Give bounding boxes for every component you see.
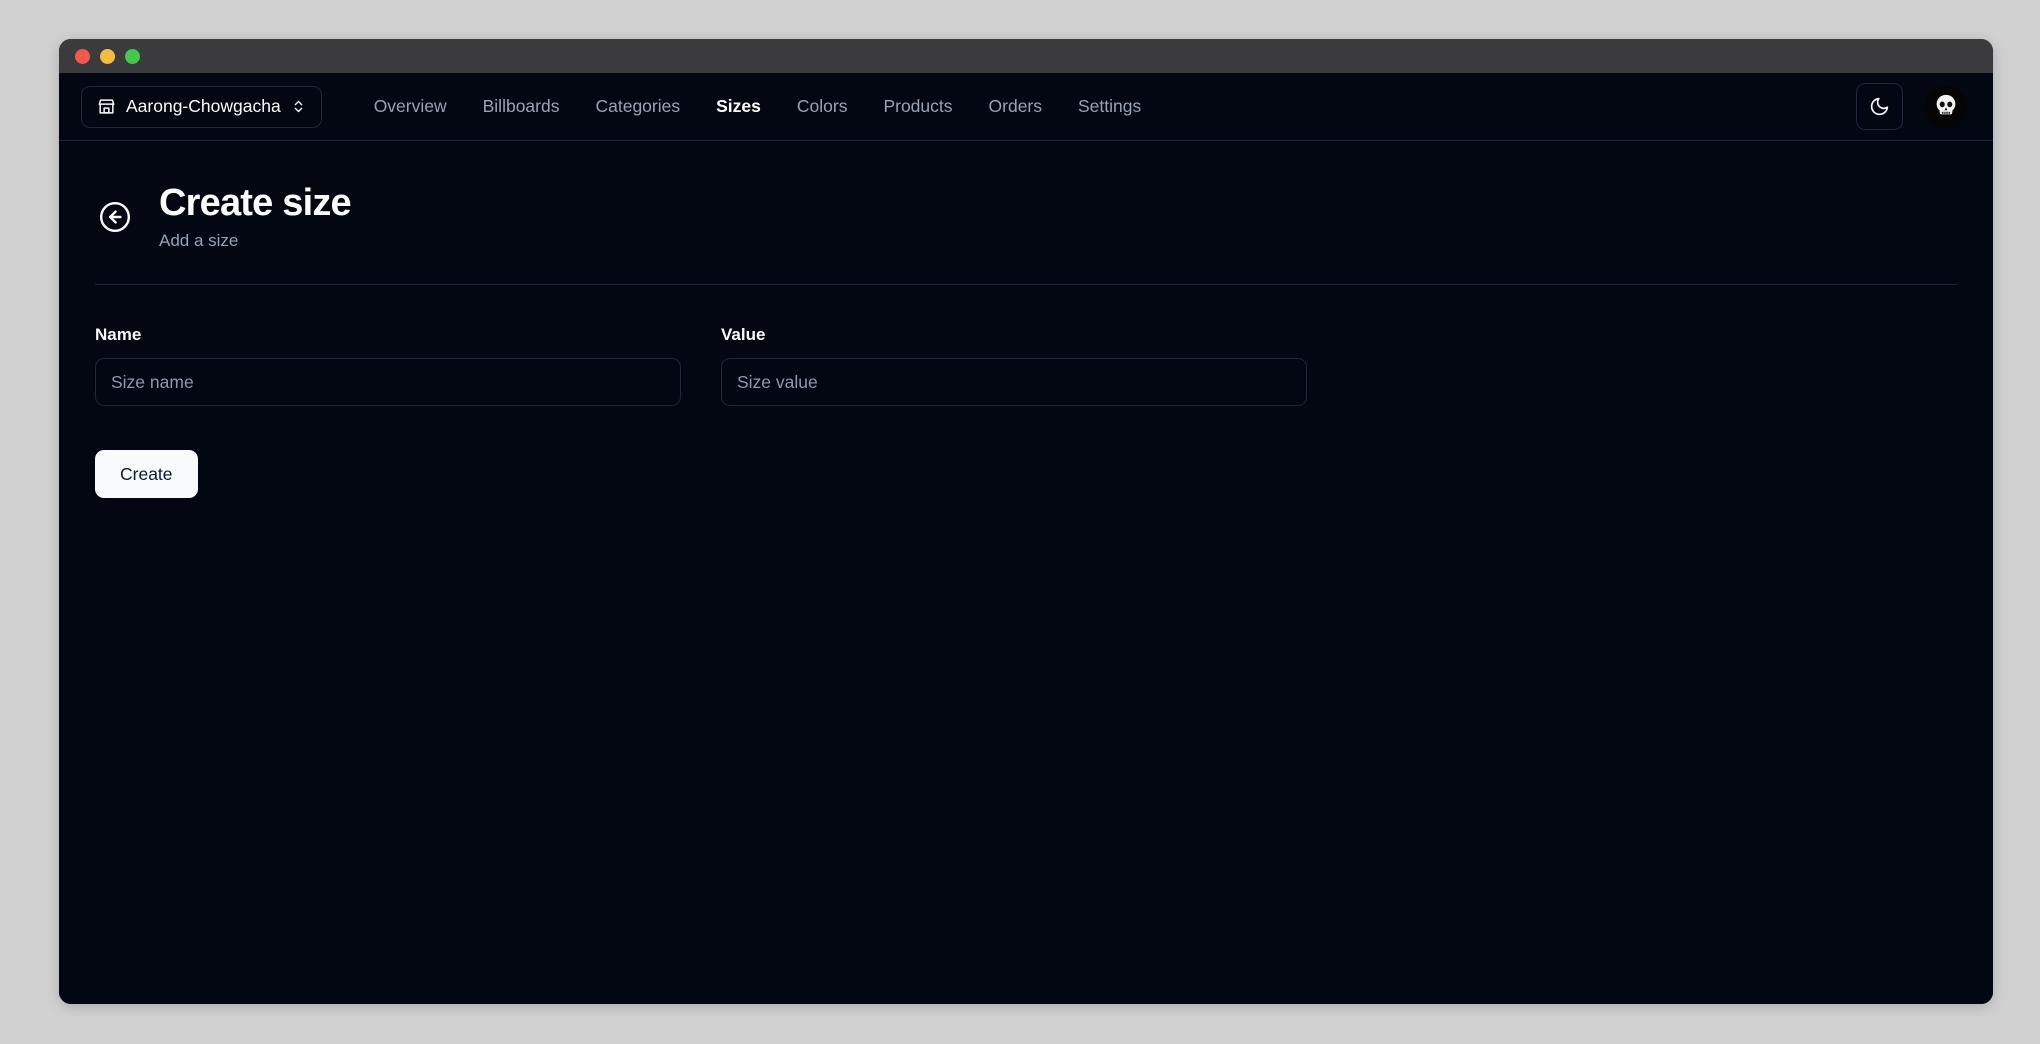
field-group-value: Value bbox=[721, 325, 1307, 407]
avatar[interactable] bbox=[1925, 85, 1967, 128]
value-field-label: Value bbox=[721, 325, 766, 345]
skull-avatar-icon bbox=[1931, 92, 1961, 122]
nav-link-colors[interactable]: Colors bbox=[797, 97, 848, 116]
name-input[interactable] bbox=[95, 358, 681, 407]
navbar-right-controls bbox=[1856, 83, 1967, 130]
main-nav: Overview Billboards Categories Sizes Col… bbox=[374, 97, 1142, 116]
page-heading: Create size Add a size bbox=[95, 182, 1957, 251]
name-field-label: Name bbox=[95, 325, 142, 345]
store-switcher-label: Aarong-Chowgacha bbox=[126, 96, 281, 116]
page-content: Create size Add a size Name Value bbox=[59, 141, 1993, 499]
top-navigation-bar: Aarong-Chowgacha Overview Billboards Cat… bbox=[59, 73, 1993, 141]
arrow-left-circle-icon bbox=[97, 199, 133, 235]
field-group-name: Name bbox=[95, 325, 681, 407]
heading-text-block: Create size Add a size bbox=[159, 182, 352, 251]
store-switcher-button[interactable]: Aarong-Chowgacha bbox=[81, 85, 322, 128]
window-close-button[interactable] bbox=[75, 48, 90, 64]
nav-link-orders[interactable]: Orders bbox=[989, 97, 1042, 116]
window-maximize-button[interactable] bbox=[125, 48, 140, 64]
window-titlebar bbox=[59, 39, 1993, 73]
value-input[interactable] bbox=[721, 358, 1307, 407]
window-minimize-button[interactable] bbox=[100, 48, 115, 64]
nav-link-overview[interactable]: Overview bbox=[374, 97, 447, 116]
chevrons-up-down-icon bbox=[291, 99, 306, 114]
create-button[interactable]: Create bbox=[95, 450, 198, 499]
store-icon bbox=[97, 97, 116, 116]
theme-toggle-button[interactable] bbox=[1856, 83, 1903, 130]
create-size-form: Name Value Create bbox=[95, 285, 1957, 499]
nav-link-settings[interactable]: Settings bbox=[1078, 97, 1141, 116]
page-subtitle: Add a size bbox=[159, 231, 239, 251]
page-title: Create size bbox=[159, 182, 352, 224]
browser-window: Aarong-Chowgacha Overview Billboards Cat… bbox=[59, 39, 1993, 1004]
nav-link-products[interactable]: Products bbox=[883, 97, 952, 116]
nav-link-billboards[interactable]: Billboards bbox=[483, 97, 560, 116]
back-button[interactable] bbox=[95, 197, 135, 237]
nav-link-categories[interactable]: Categories bbox=[595, 97, 680, 116]
moon-icon bbox=[1869, 96, 1890, 117]
form-field-row: Name Value bbox=[95, 325, 1957, 407]
app-viewport: Aarong-Chowgacha Overview Billboards Cat… bbox=[59, 73, 1993, 1004]
nav-link-sizes[interactable]: Sizes bbox=[716, 97, 761, 116]
